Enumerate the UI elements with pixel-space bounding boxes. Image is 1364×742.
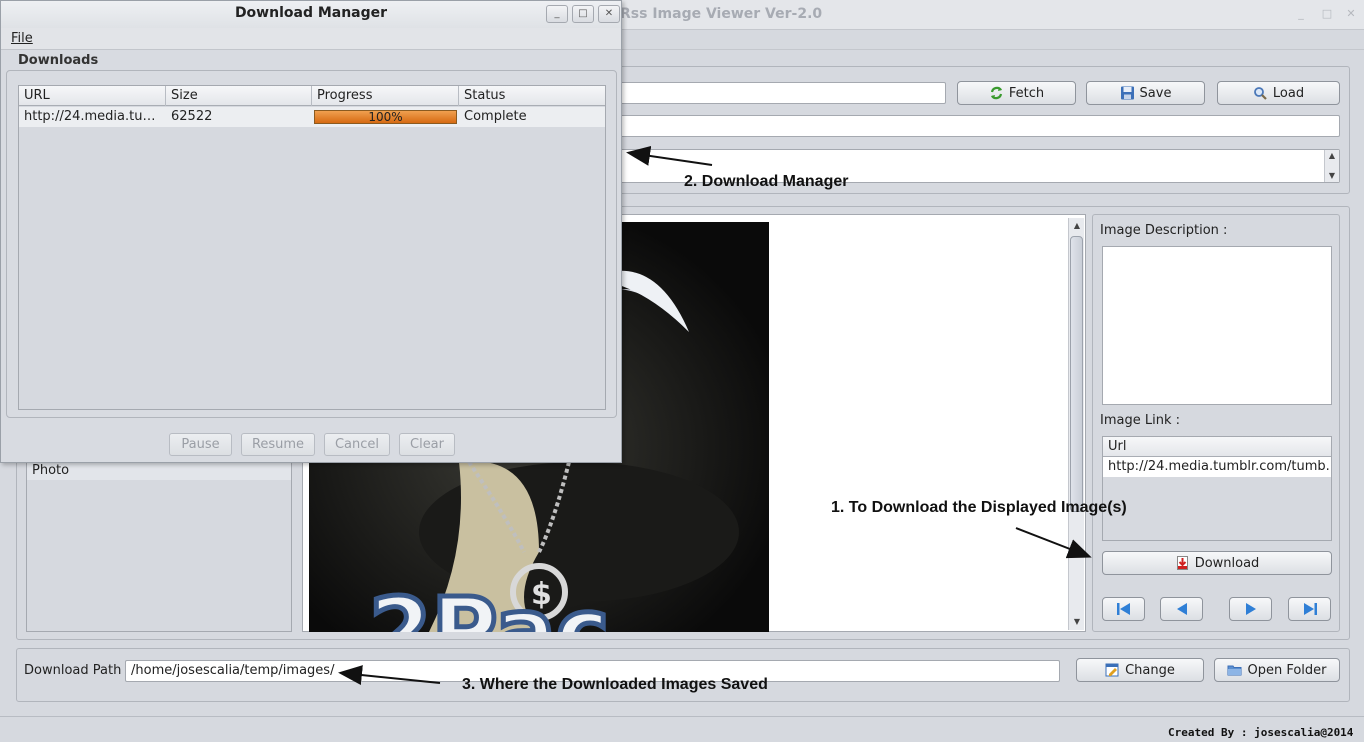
row-status: Complete [464, 109, 527, 124]
annotation-download-manager: 2. Download Manager [684, 173, 849, 190]
arrow-download-manager [626, 146, 713, 166]
pause-button[interactable]: Pause [169, 433, 232, 456]
annotation-download-displayed: 1. To Download the Displayed Image(s) [831, 499, 1127, 516]
row-url: http://24.media.tum... [24, 109, 166, 124]
downloads-table: URL Size Progress Status http://24.media… [18, 85, 606, 410]
downloads-section-title: Downloads [18, 53, 99, 68]
column-status[interactable]: Status [459, 86, 605, 106]
resume-button[interactable]: Resume [241, 433, 315, 456]
annotation-where-saved: 3. Where the Downloaded Images Saved [462, 676, 768, 693]
minimize-icon[interactable]: _ [546, 5, 568, 23]
file-menu[interactable]: File [11, 31, 33, 46]
column-url[interactable]: URL [19, 86, 166, 106]
clear-button[interactable]: Clear [399, 433, 455, 456]
downloads-table-header: URL Size Progress Status [19, 86, 605, 106]
download-manager-window: Download Manager _ □ ✕ File Downloads UR… [0, 0, 622, 463]
arrow-download-button [1015, 527, 1092, 559]
arrow-download-path [338, 665, 441, 685]
download-manager-menubar: File [1, 28, 621, 50]
cancel-button[interactable]: Cancel [324, 433, 390, 456]
progress-label: 100% [368, 110, 403, 124]
download-manager-title: Download Manager [234, 5, 388, 21]
row-progress-bar: 100% [314, 110, 457, 124]
column-progress[interactable]: Progress [312, 86, 459, 106]
maximize-icon[interactable]: □ [572, 5, 594, 23]
close-icon[interactable]: ✕ [598, 5, 620, 23]
row-size: 62522 [171, 109, 213, 124]
table-row[interactable]: http://24.media.tum... 62522 100% Comple… [19, 107, 605, 127]
column-size[interactable]: Size [166, 86, 312, 106]
